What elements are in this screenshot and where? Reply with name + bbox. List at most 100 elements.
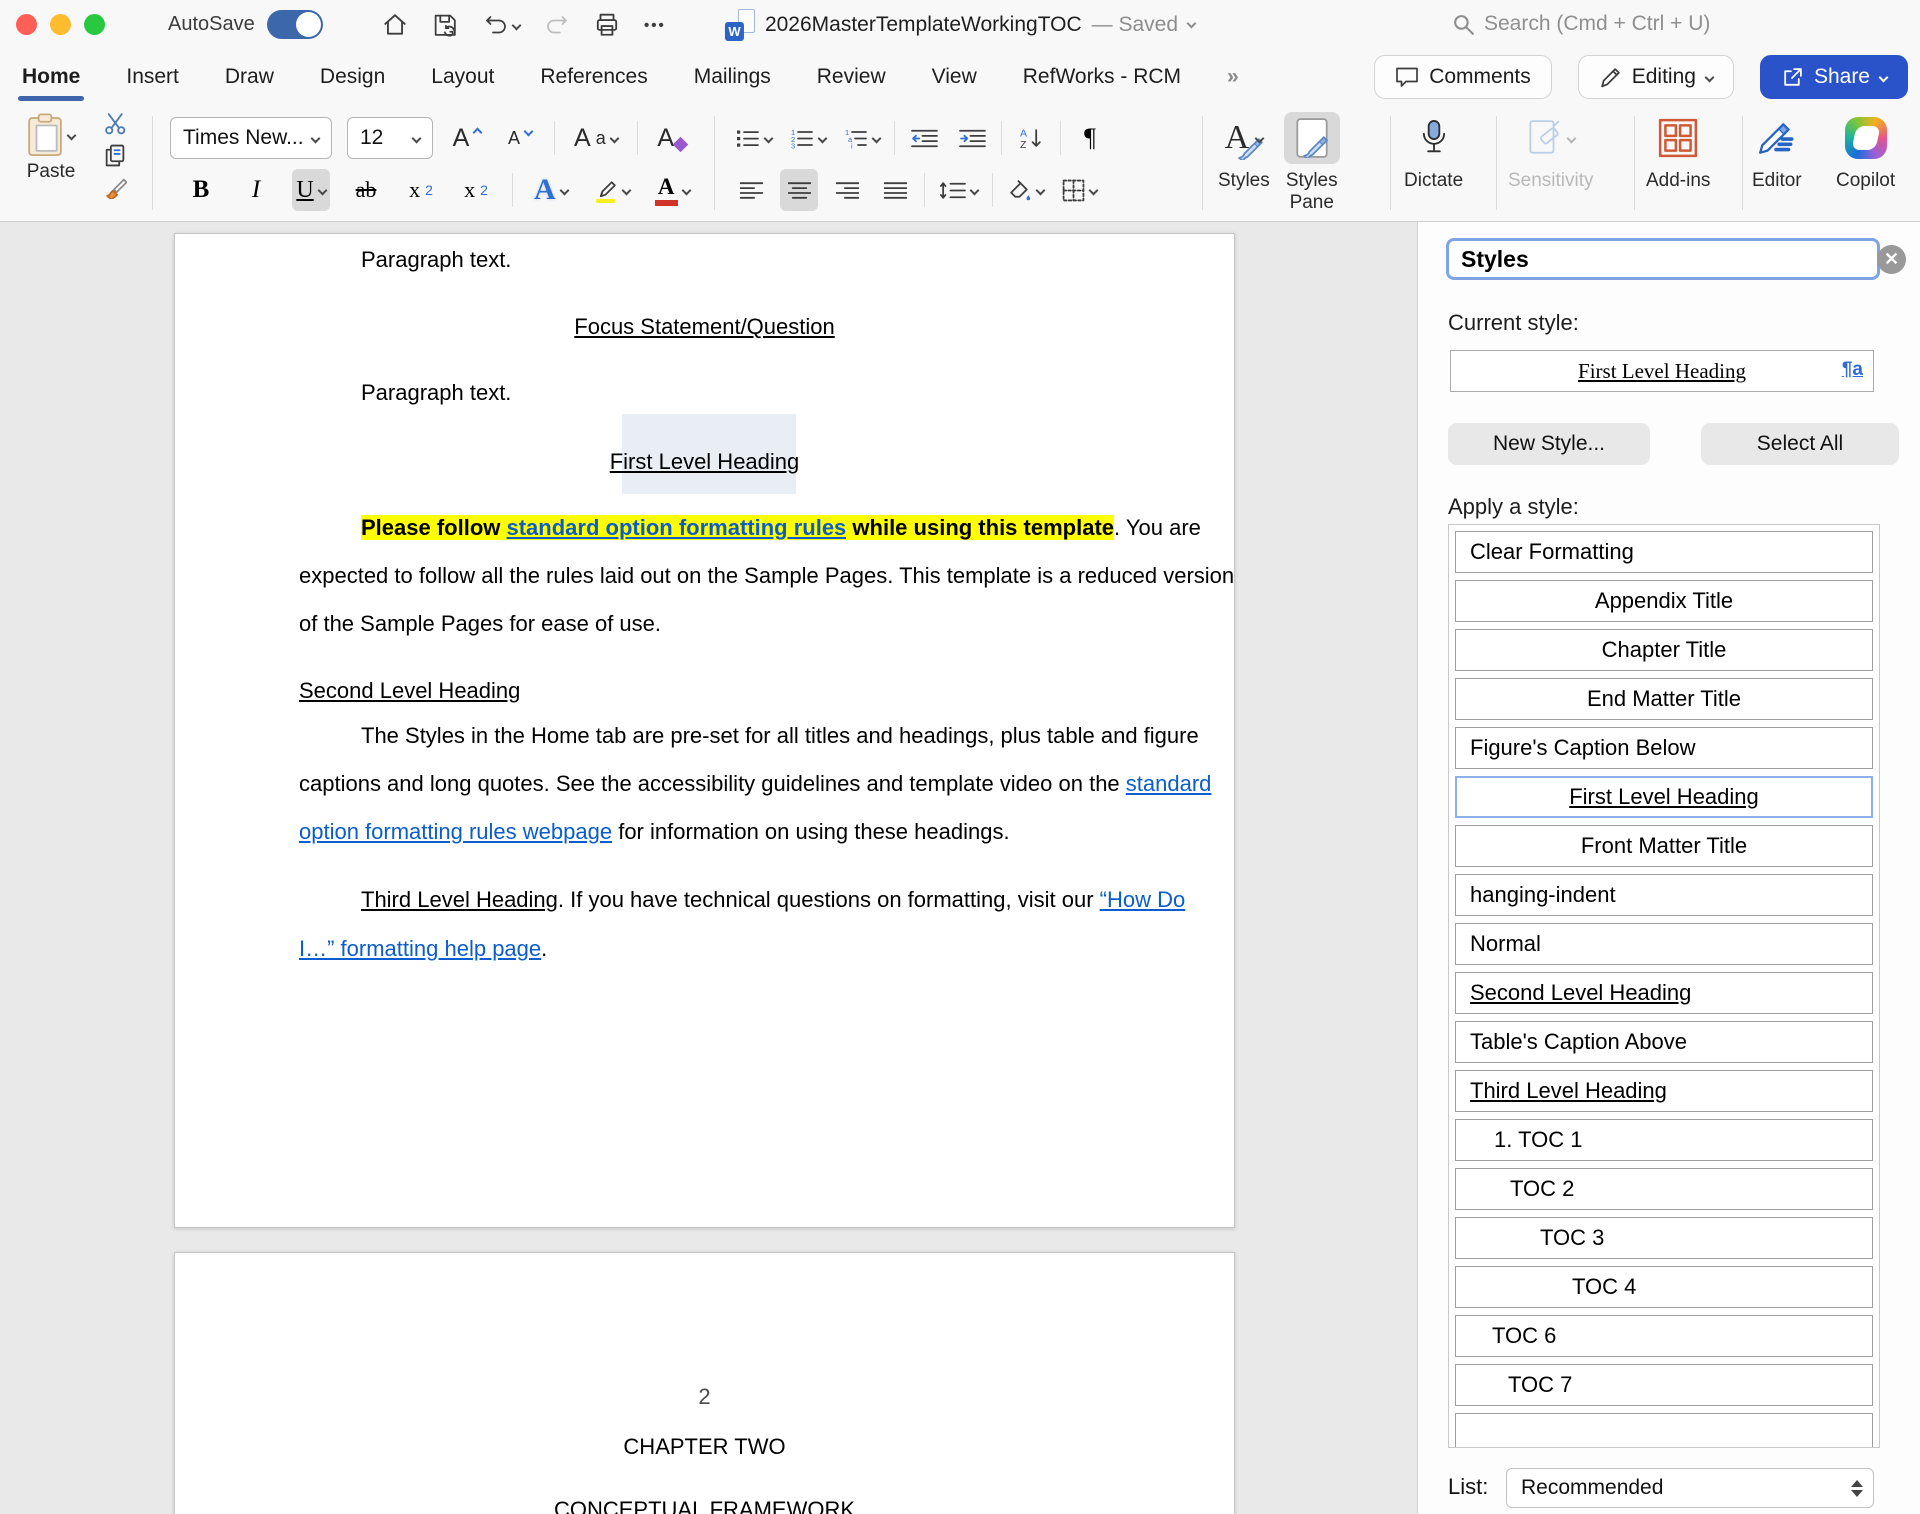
print-button[interactable] xyxy=(594,12,620,38)
show-paragraph-marks-button[interactable]: ¶ xyxy=(1071,117,1109,159)
tab-insert[interactable]: Insert xyxy=(126,65,179,89)
superscript-button[interactable]: x2 xyxy=(457,169,495,211)
share-button[interactable]: Share xyxy=(1760,55,1908,99)
bold-button[interactable]: B xyxy=(182,169,220,211)
align-left-button[interactable] xyxy=(732,169,770,211)
tab-home[interactable]: Home xyxy=(22,65,80,89)
align-center-button[interactable] xyxy=(780,169,818,211)
tab-draw[interactable]: Draw xyxy=(225,65,274,89)
tab-design[interactable]: Design xyxy=(320,65,385,89)
strikethrough-button[interactable]: ab xyxy=(347,169,385,211)
home-button[interactable] xyxy=(382,12,408,38)
tab-layout[interactable]: Layout xyxy=(431,65,494,89)
undo-button[interactable] xyxy=(483,13,520,38)
new-style-button[interactable]: New Style... xyxy=(1448,423,1650,465)
underline-button[interactable]: U xyxy=(292,169,330,211)
underline-dropdown-chevron[interactable] xyxy=(317,185,327,195)
more-commands-button[interactable]: ••• xyxy=(644,17,666,34)
style-item-blank[interactable] xyxy=(1455,1413,1873,1448)
document-page-1[interactable]: Paragraph text.Focus Statement/QuestionP… xyxy=(174,233,1235,1228)
font-size-select[interactable]: 12 xyxy=(347,117,433,159)
sort-button[interactable]: AZ xyxy=(1012,117,1050,159)
style-item-first-level-heading[interactable]: First Level Heading xyxy=(1455,776,1873,818)
doc-link[interactable]: standard xyxy=(1126,771,1212,796)
style-item-third-level-heading[interactable]: Third Level Heading xyxy=(1455,1070,1873,1112)
cut-button[interactable] xyxy=(104,112,127,135)
style-item-normal[interactable]: Normal xyxy=(1455,923,1873,965)
multilevel-list-button[interactable]: 1ai xyxy=(840,117,884,159)
highlight-color-button[interactable] xyxy=(589,169,634,211)
addins-button[interactable]: Add-ins xyxy=(1646,112,1710,192)
increase-indent-button[interactable] xyxy=(953,117,991,159)
list-filter-dropdown[interactable]: Recommended xyxy=(1506,1468,1874,1508)
editor-button[interactable]: Editor xyxy=(1752,112,1802,192)
bullets-button[interactable] xyxy=(732,117,776,159)
paste-button[interactable]: Paste xyxy=(14,112,88,199)
doc-link[interactable]: standard option formatting rules xyxy=(507,515,847,540)
paste-dropdown-chevron[interactable] xyxy=(67,130,77,140)
save-button[interactable] xyxy=(432,12,459,39)
text-effects-button[interactable]: A xyxy=(530,169,572,211)
align-right-button[interactable] xyxy=(828,169,866,211)
grow-font-button[interactable]: A xyxy=(448,117,486,159)
style-item-toc-3[interactable]: TOC 3 xyxy=(1455,1217,1873,1259)
style-item-figure-s-caption-below[interactable]: Figure's Caption Below xyxy=(1455,727,1873,769)
style-item-toc-4[interactable]: TOC 4 xyxy=(1455,1266,1873,1308)
title-dropdown-chevron[interactable] xyxy=(1187,19,1197,29)
doc-link[interactable]: I…” formatting help page xyxy=(299,936,541,961)
format-painter-button[interactable] xyxy=(104,176,127,199)
tab-overflow-button[interactable]: » xyxy=(1227,65,1237,89)
copilot-button[interactable]: Copilot xyxy=(1836,112,1895,192)
close-pane-button[interactable]: ✕ xyxy=(1877,245,1906,274)
doc-link[interactable]: “How Do xyxy=(1100,887,1186,912)
subscript-button[interactable]: x2 xyxy=(402,169,440,211)
style-item-toc-7[interactable]: TOC 7 xyxy=(1455,1364,1873,1406)
copy-button[interactable] xyxy=(104,144,127,167)
undo-dropdown-chevron[interactable] xyxy=(512,20,522,30)
decrease-indent-button[interactable] xyxy=(905,117,943,159)
dictate-button[interactable]: Dictate xyxy=(1404,112,1463,192)
borders-button[interactable] xyxy=(1058,169,1101,211)
font-name-select[interactable]: Times New... xyxy=(170,117,332,159)
style-item-table-s-caption-above[interactable]: Table's Caption Above xyxy=(1455,1021,1873,1063)
tab-review[interactable]: Review xyxy=(817,65,886,89)
change-case-button[interactable]: Aa xyxy=(570,117,622,159)
styles-pane-search-input[interactable] xyxy=(1446,238,1880,280)
styles-gallery-button[interactable]: A Styles xyxy=(1218,112,1270,192)
numbering-button[interactable]: 123 xyxy=(786,117,830,159)
style-item-clear-formatting[interactable]: Clear Formatting xyxy=(1455,531,1873,573)
shading-button[interactable] xyxy=(1003,169,1048,211)
tab-references[interactable]: References xyxy=(540,65,647,89)
line-spacing-button[interactable] xyxy=(935,169,982,211)
minimize-window-button[interactable] xyxy=(50,14,71,35)
autosave-toggle[interactable] xyxy=(267,10,323,39)
style-item-1-toc-1[interactable]: 1. TOC 1 xyxy=(1455,1119,1873,1161)
document-page-2[interactable]: 2CHAPTER TWOCONCEPTUAL FRAMEWORK xyxy=(174,1252,1235,1514)
redo-button[interactable] xyxy=(544,13,570,38)
editing-mode-button[interactable]: Editing xyxy=(1578,55,1734,99)
search-bar[interactable]: Search (Cmd + Ctrl + U) xyxy=(1452,12,1710,36)
style-item-appendix-title[interactable]: Appendix Title xyxy=(1455,580,1873,622)
document-title-area[interactable]: W 2026MasterTemplateWorkingTOC — Saved xyxy=(725,9,1195,41)
style-item-chapter-title[interactable]: Chapter Title xyxy=(1455,629,1873,671)
style-item-end-matter-title[interactable]: End Matter Title xyxy=(1455,678,1873,720)
style-item-toc-2[interactable]: TOC 2 xyxy=(1455,1168,1873,1210)
tab-mailings[interactable]: Mailings xyxy=(694,65,771,89)
italic-button[interactable]: I xyxy=(237,169,275,211)
select-all-button[interactable]: Select All xyxy=(1701,423,1899,465)
clear-formatting-button[interactable]: A xyxy=(653,117,691,159)
style-item-hanging-indent[interactable]: hanging-indent xyxy=(1455,874,1873,916)
style-item-toc-6[interactable]: TOC 6 xyxy=(1455,1315,1873,1357)
tab-view[interactable]: View xyxy=(932,65,977,89)
comments-button[interactable]: Comments xyxy=(1374,55,1552,99)
tab-refworks-rcm[interactable]: RefWorks - RCM xyxy=(1023,65,1181,89)
style-item-second-level-heading[interactable]: Second Level Heading xyxy=(1455,972,1873,1014)
close-window-button[interactable] xyxy=(16,14,37,35)
justify-button[interactable] xyxy=(876,169,914,211)
doc-link[interactable]: option formatting rules webpage xyxy=(299,819,612,844)
shrink-font-button[interactable]: A xyxy=(501,117,539,159)
font-color-button[interactable]: A xyxy=(651,169,694,211)
style-item-front-matter-title[interactable]: Front Matter Title xyxy=(1455,825,1873,867)
zoom-window-button[interactable] xyxy=(84,14,105,35)
styles-pane-toggle[interactable]: StylesPane xyxy=(1284,112,1340,214)
